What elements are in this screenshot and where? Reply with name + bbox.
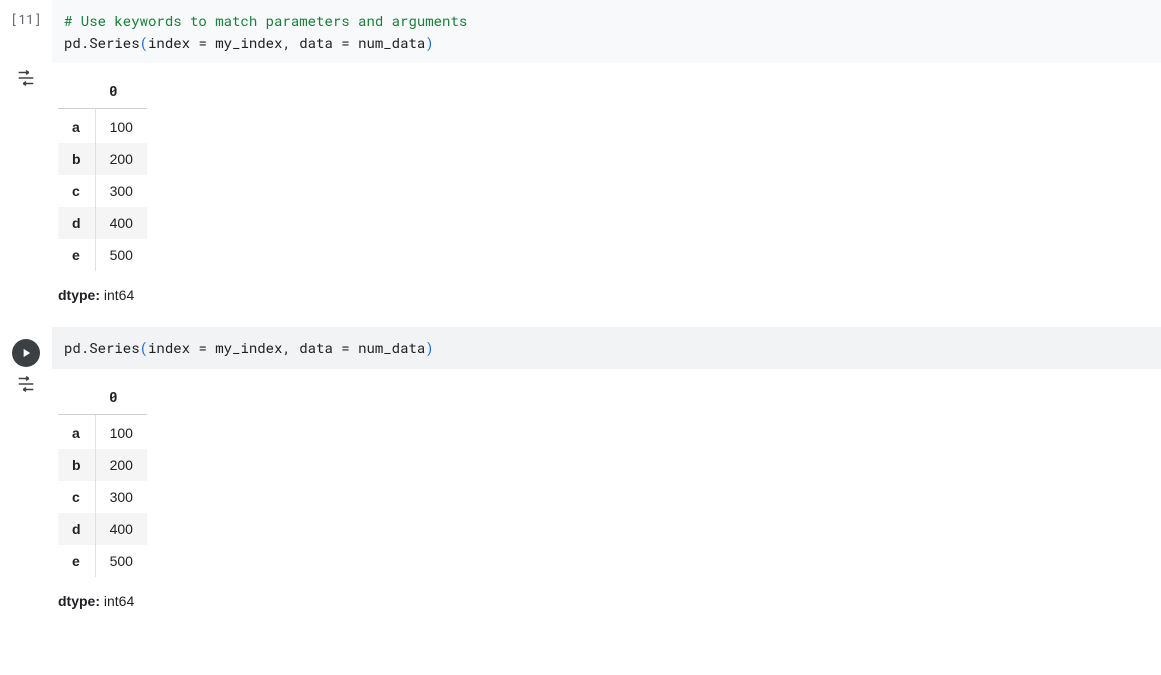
dtype-label: dtype: [58,593,100,609]
row-value: 400 [95,513,147,545]
code-editor[interactable]: pd.Series(index = my_index, data = num_d… [52,327,1161,369]
table-row: e500 [58,239,147,271]
table-row: e500 [58,545,147,577]
row-value: 100 [95,109,147,144]
code-paren: ( [140,33,148,52]
code-editor[interactable]: # Use keywords to match parameters and a… [52,0,1161,63]
code-token: pd.Series [64,33,140,52]
row-value: 200 [95,449,147,481]
cell-gutter [0,327,52,367]
table-col-header: 0 [95,379,147,415]
table-body-2: a100b200c300d400e500 [58,415,147,578]
dtype-line: dtype: int64 [58,287,1155,303]
code-comment: # Use keywords to match parameters and a… [64,11,467,30]
table-row: d400 [58,513,147,545]
table-row: a100 [58,415,147,450]
output-body: 0 a100b200c300d400e500 dtype: int64 [52,369,1161,621]
output-table: 0 a100b200c300d400e500 [58,73,147,271]
output-toggle-icon[interactable] [14,375,38,393]
table-corner [58,73,95,109]
table-row: c300 [58,175,147,207]
row-index: d [58,513,95,545]
code-paren: ( [140,338,148,357]
row-index: b [58,449,95,481]
row-index: e [58,545,95,577]
code-paren: ) [425,338,433,357]
code-paren: ) [425,33,433,52]
dtype-value: int64 [100,593,134,609]
cell-output: 0 a100b200c300d400e500 dtype: int64 [0,63,1161,315]
table-corner [58,379,95,415]
row-value: 400 [95,207,147,239]
table-col-header: 0 [95,73,147,109]
output-gutter [0,63,52,87]
row-value: 300 [95,481,147,513]
table-row: a100 [58,109,147,144]
output-gutter [0,369,52,393]
table-row: b200 [58,449,147,481]
code-cell: [11] # Use keywords to match parameters … [0,0,1161,63]
output-table: 0 a100b200c300d400e500 [58,379,147,577]
code-token: index = my_index, data = num_data [148,338,425,357]
table-row: c300 [58,481,147,513]
row-value: 500 [95,545,147,577]
row-value: 200 [95,143,147,175]
dtype-line: dtype: int64 [58,593,1155,609]
row-value: 100 [95,415,147,450]
row-value: 500 [95,239,147,271]
row-index: e [58,239,95,271]
row-index: c [58,175,95,207]
execution-count: [11] [10,10,41,28]
row-index: c [58,481,95,513]
dtype-label: dtype: [58,287,100,303]
row-value: 300 [95,175,147,207]
cell-gutter: [11] [0,0,52,28]
row-index: d [58,207,95,239]
cell-output: 0 a100b200c300d400e500 dtype: int64 [0,369,1161,621]
output-toggle-icon[interactable] [14,69,38,87]
code-token: index = my_index, data = num_data [148,33,425,52]
row-index: a [58,109,95,144]
row-index: b [58,143,95,175]
run-cell-button[interactable] [12,339,40,367]
output-body: 0 a100b200c300d400e500 dtype: int64 [52,63,1161,315]
dtype-value: int64 [100,287,134,303]
table-body-1: a100b200c300d400e500 [58,109,147,272]
code-cell: pd.Series(index = my_index, data = num_d… [0,327,1161,369]
table-row: b200 [58,143,147,175]
row-index: a [58,415,95,450]
table-row: d400 [58,207,147,239]
code-token: pd.Series [64,338,140,357]
